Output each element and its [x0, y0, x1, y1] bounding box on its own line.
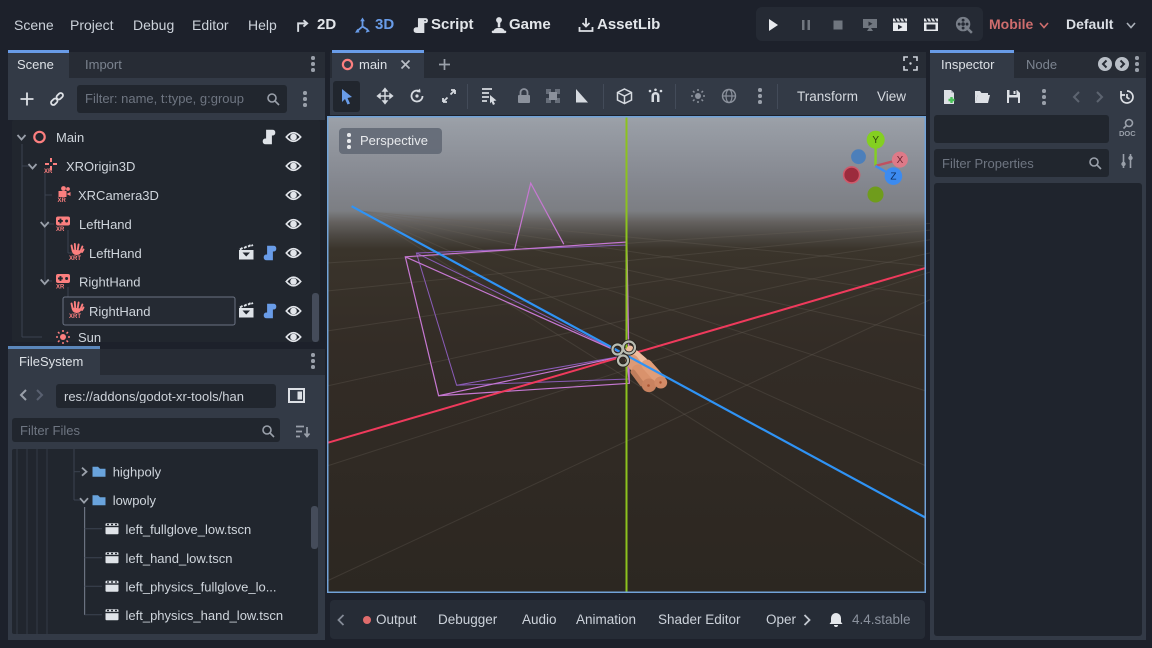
svg-text:LeftHand: LeftHand	[89, 246, 142, 261]
svg-text:Main: Main	[56, 130, 84, 145]
svg-text:DOC: DOC	[1119, 129, 1136, 138]
svg-text:RightHand: RightHand	[89, 304, 150, 319]
svg-text:LeftHand: LeftHand	[79, 217, 132, 232]
svg-text:left_physics_hand_low.tscn: left_physics_hand_low.tscn	[126, 608, 284, 623]
svg-text:XRT: XRT	[69, 314, 81, 320]
svg-text:XR: XR	[56, 285, 65, 291]
svg-text:Y: Y	[872, 135, 879, 146]
svg-text:X: X	[897, 155, 904, 166]
svg-text:RightHand: RightHand	[79, 275, 140, 290]
svg-text:Sun: Sun	[78, 330, 101, 345]
svg-text:XR: XR	[44, 169, 53, 175]
svg-text:XR: XR	[56, 227, 65, 233]
svg-text:XR: XR	[58, 198, 67, 204]
svg-text:Z: Z	[890, 172, 896, 183]
svg-text:XRT: XRT	[69, 256, 81, 262]
svg-text:XROrigin3D: XROrigin3D	[66, 159, 135, 174]
svg-text:left_physics_fullglove_lo...: left_physics_fullglove_lo...	[126, 579, 277, 594]
svg-text:lowpoly: lowpoly	[113, 493, 157, 508]
svg-text:left_fullglove_low.tscn: left_fullglove_low.tscn	[126, 522, 252, 537]
svg-text:highpoly: highpoly	[113, 465, 162, 480]
svg-text:left_hand_low.tscn: left_hand_low.tscn	[126, 551, 233, 566]
svg-text:XRCamera3D: XRCamera3D	[78, 188, 159, 203]
